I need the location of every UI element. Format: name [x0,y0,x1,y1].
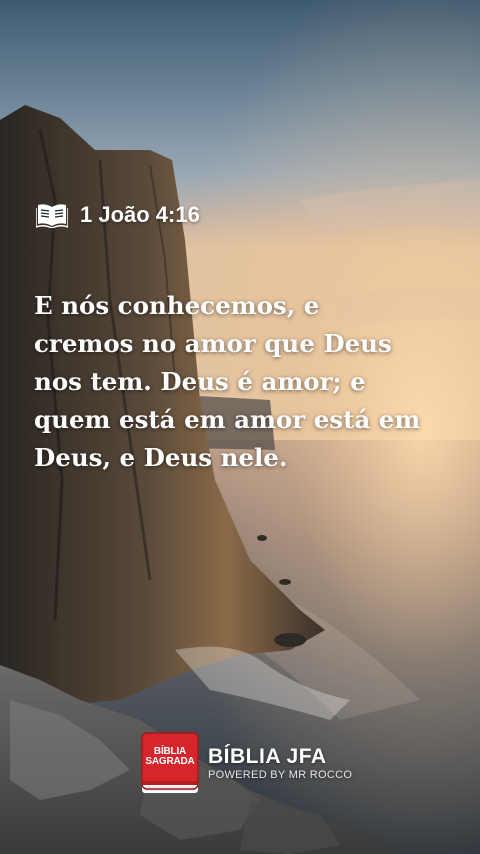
brand-watermark: BÍBLIA SAGRADA BÍBLIA JFA POWERED BY MR … [140,731,352,795]
brand-tagline: POWERED BY MR ROCCO [208,768,353,781]
logo-line: SAGRADA [145,756,195,767]
brand-text: BÍBLIA JFA POWERED BY MR ROCCO [208,745,352,782]
verse-line: Deus, e Deus nele. [34,443,288,472]
verse-line: quem está em amor está em [34,405,421,434]
verse-reference-text: 1 João 4:16 [80,202,200,227]
verse-text: E nós conhecemos, e cremos no amor que D… [34,287,454,477]
bible-logo: BÍBLIA SAGRADA [140,731,200,795]
open-book-icon [36,204,68,228]
verse-line: E nós conhecemos, e [34,291,320,320]
verse-screen: 1 João 4:16 E nós conhecemos, e cremos n… [0,0,480,854]
verse-reference: 1 João 4:16 [36,202,200,228]
verse-line: nos tem. Deus é amor; e [34,367,366,396]
verse-line: cremos no amor que Deus [34,329,392,358]
logo-text: BÍBLIA SAGRADA [144,747,196,767]
brand-name: BÍBLIA JFA [208,744,327,768]
